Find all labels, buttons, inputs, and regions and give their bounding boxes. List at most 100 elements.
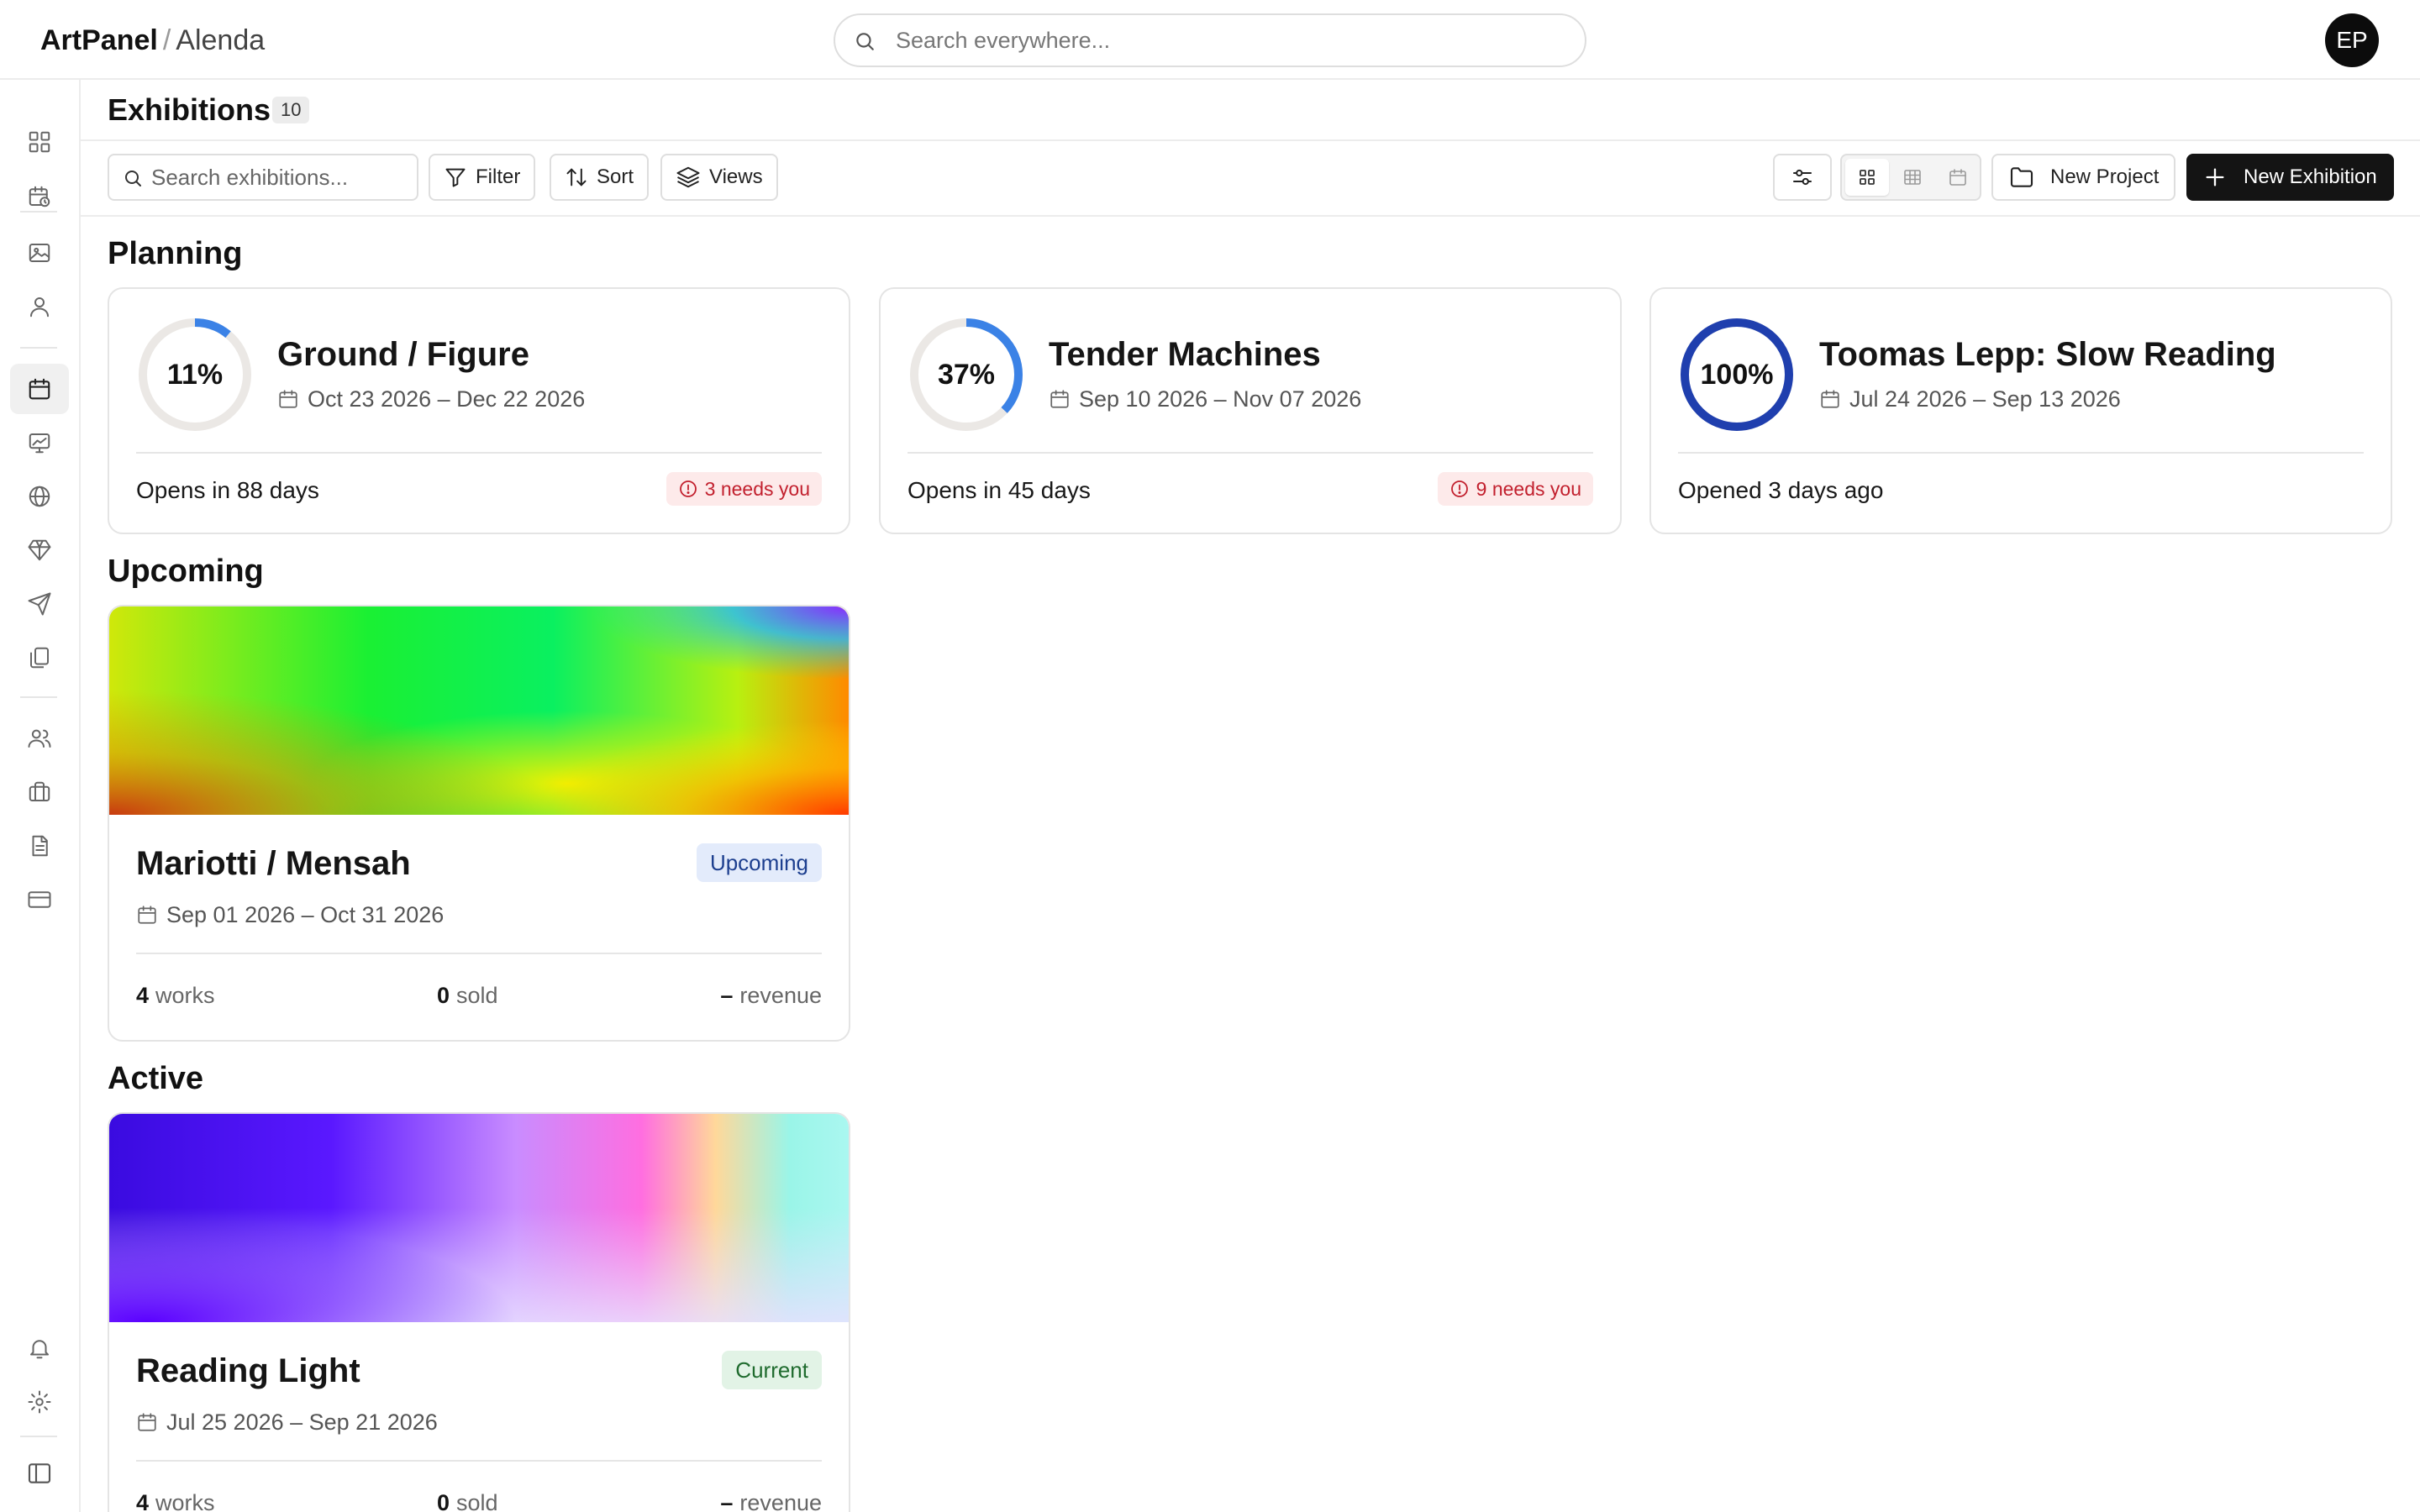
gear-icon bbox=[28, 1390, 51, 1414]
sidebar-toggle-button[interactable] bbox=[10, 1448, 69, 1499]
sidebar-item-settings[interactable] bbox=[10, 1377, 69, 1427]
views-button[interactable]: Views bbox=[660, 154, 778, 201]
needs-label: 3 needs you bbox=[704, 477, 810, 500]
divider bbox=[136, 1460, 822, 1462]
calendar-icon bbox=[1050, 390, 1069, 408]
toolbar: Filter Sort Views New Project New Exhibi… bbox=[81, 141, 2420, 217]
new-project-label: New Project bbox=[2050, 165, 2160, 188]
calendar-icon bbox=[279, 390, 297, 408]
date-range: Sep 01 2026 – Oct 31 2026 bbox=[166, 902, 445, 927]
page-title: Exhibitions bbox=[108, 92, 271, 127]
exhibition-title[interactable]: Toomas Lepp: Slow Reading bbox=[1819, 334, 2276, 375]
planning-card[interactable]: 37% Tender Machines Sep 10 2026 – Nov 07… bbox=[879, 287, 1622, 534]
monitor-image-icon bbox=[29, 433, 50, 454]
bell-icon bbox=[30, 1340, 49, 1359]
exhibition-search-input[interactable] bbox=[151, 162, 412, 192]
exhibition-title[interactable]: Reading Light bbox=[136, 1351, 360, 1391]
divider bbox=[1678, 452, 2364, 454]
sidebar-item-schedule[interactable] bbox=[10, 171, 69, 222]
needs-attention-badge[interactable]: 3 needs you bbox=[666, 472, 822, 506]
sold-count: 0 bbox=[437, 1490, 450, 1512]
top-bar: ArtPanel/Alenda EP bbox=[0, 0, 2420, 80]
sidebar-item-contacts[interactable] bbox=[10, 713, 69, 764]
sold-label: sold bbox=[456, 983, 498, 1008]
new-project-button[interactable]: New Project bbox=[1991, 154, 2176, 201]
grid-view-button[interactable] bbox=[1845, 159, 1889, 196]
needs-label: 9 needs you bbox=[1476, 477, 1581, 500]
sidebar-item-documents[interactable] bbox=[10, 633, 69, 683]
exhibition-title[interactable]: Ground / Figure bbox=[277, 334, 529, 375]
avatar[interactable]: EP bbox=[2325, 13, 2379, 67]
page-header: Exhibitions 10 bbox=[81, 80, 2420, 141]
works-count: 4 bbox=[136, 983, 150, 1008]
revenue-stat: – revenue bbox=[720, 1488, 822, 1512]
views-label: Views bbox=[709, 165, 763, 188]
sidebar-item-dashboard[interactable] bbox=[10, 117, 69, 167]
sidebar-item-artworks[interactable] bbox=[10, 228, 69, 278]
section-title-planning: Planning bbox=[108, 236, 243, 271]
sidebar-item-sales[interactable] bbox=[10, 767, 69, 817]
workspace-name[interactable]: Alenda bbox=[176, 24, 265, 56]
exhibition-dates: Jul 25 2026 – Sep 21 2026 bbox=[136, 1408, 438, 1436]
section-title-active: Active bbox=[108, 1061, 204, 1096]
exhibition-search[interactable] bbox=[108, 154, 418, 201]
new-exhibition-label: New Exhibition bbox=[2244, 165, 2377, 188]
display-settings-button[interactable] bbox=[1773, 154, 1832, 201]
alert-circle-icon bbox=[679, 480, 697, 497]
alert-circle-icon bbox=[1450, 480, 1468, 497]
divider bbox=[908, 452, 1593, 454]
planning-card[interactable]: 100% Toomas Lepp: Slow Reading Jul 24 20… bbox=[1649, 287, 2392, 534]
exhibition-card[interactable]: Mariotti / Mensah Upcoming Sep 01 2026 –… bbox=[108, 605, 850, 1042]
sidebar-item-exhibitions[interactable] bbox=[10, 364, 69, 414]
sidebar-divider bbox=[20, 211, 57, 213]
exhibition-cover-image bbox=[109, 606, 849, 815]
section-title-upcoming: Upcoming bbox=[108, 554, 264, 589]
app-name[interactable]: ArtPanel bbox=[40, 24, 158, 56]
table-icon bbox=[1904, 170, 1921, 185]
revenue-value: – bbox=[720, 1490, 734, 1512]
layers-icon bbox=[676, 166, 700, 188]
grid-icon bbox=[1860, 170, 1875, 185]
sidebar-item-viewing-rooms[interactable] bbox=[10, 417, 69, 468]
calendar-icon bbox=[1821, 390, 1839, 408]
exhibition-cover-image bbox=[109, 1114, 849, 1322]
sidebar-item-invoices[interactable] bbox=[10, 821, 69, 871]
sold-count: 0 bbox=[437, 983, 450, 1008]
date-range: Oct 23 2026 – Dec 22 2026 bbox=[308, 386, 586, 412]
table-view-button[interactable] bbox=[1891, 159, 1934, 196]
exhibition-card[interactable]: Reading Light Current Jul 25 2026 – Sep … bbox=[108, 1112, 850, 1512]
filter-button[interactable]: Filter bbox=[429, 154, 536, 201]
revenue-label: revenue bbox=[739, 983, 822, 1008]
planning-card[interactable]: 11% Ground / Figure Oct 23 2026 – Dec 22… bbox=[108, 287, 850, 534]
sold-stat: 0 sold bbox=[437, 1488, 498, 1512]
opening-status: Opens in 45 days bbox=[908, 477, 1091, 503]
search-icon bbox=[856, 33, 874, 50]
document-icon bbox=[32, 835, 48, 857]
global-search-input[interactable] bbox=[896, 24, 1568, 57]
sidebar-item-campaigns[interactable] bbox=[10, 579, 69, 629]
progress-percent: 11% bbox=[166, 358, 224, 391]
gem-icon bbox=[28, 539, 51, 561]
users-icon bbox=[28, 729, 51, 748]
exhibition-dates: Jul 24 2026 – Sep 13 2026 bbox=[1819, 385, 2121, 413]
exhibition-title[interactable]: Mariotti / Mensah bbox=[136, 843, 411, 884]
divider bbox=[136, 452, 822, 454]
sort-button[interactable]: Sort bbox=[550, 154, 650, 201]
sidebar-item-notifications[interactable] bbox=[10, 1323, 69, 1373]
new-exhibition-button[interactable]: New Exhibition bbox=[2186, 154, 2394, 201]
opening-status: Opened 3 days ago bbox=[1678, 477, 1884, 503]
sidebar-item-fairs[interactable] bbox=[10, 525, 69, 575]
needs-attention-badge[interactable]: 9 needs you bbox=[1437, 472, 1593, 506]
copy-icon bbox=[30, 647, 49, 669]
sidebar-item-website[interactable] bbox=[10, 471, 69, 522]
calendar-view-button[interactable] bbox=[1936, 159, 1980, 196]
sidebar-item-artists[interactable] bbox=[10, 281, 69, 332]
revenue-value: – bbox=[720, 983, 734, 1008]
exhibition-dates: Sep 01 2026 – Oct 31 2026 bbox=[136, 900, 444, 929]
sidebar bbox=[0, 80, 81, 1512]
global-search[interactable] bbox=[834, 13, 1586, 67]
calendar-icon bbox=[138, 1413, 156, 1431]
calendar-icon bbox=[1949, 169, 1966, 186]
exhibition-title[interactable]: Tender Machines bbox=[1049, 334, 1321, 375]
sidebar-item-billing[interactable] bbox=[10, 874, 69, 925]
